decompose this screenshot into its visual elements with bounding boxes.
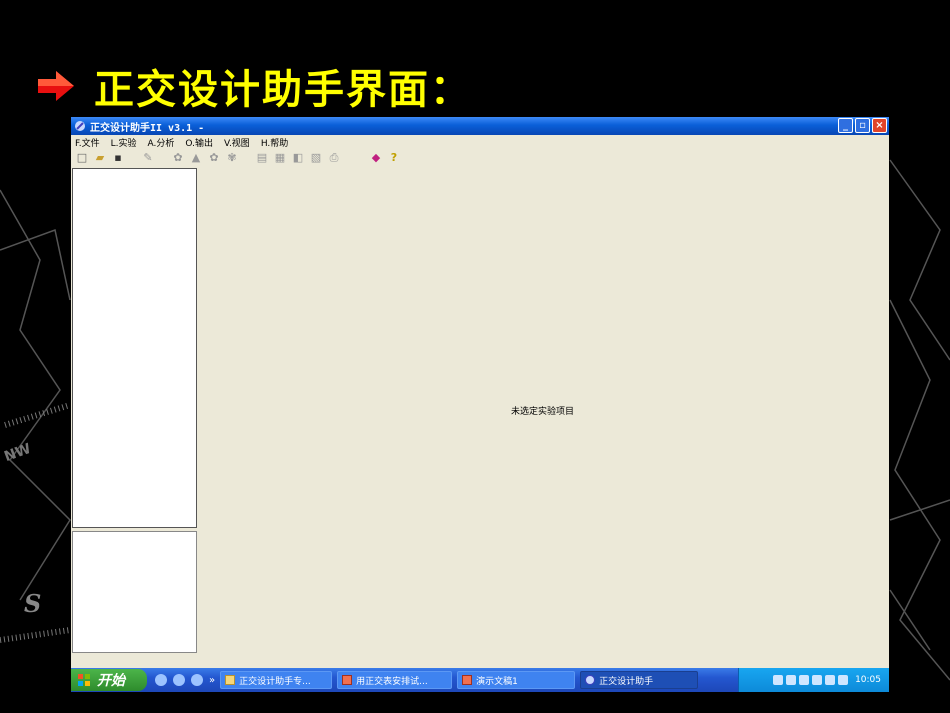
new-file-icon[interactable]: □ [75, 151, 89, 165]
start-label: 开始 [97, 673, 125, 689]
more-chevron-icon[interactable]: » [209, 675, 215, 686]
tray-app-icon[interactable] [799, 675, 810, 685]
print-icon[interactable]: ⎙ [327, 151, 341, 165]
info-panel[interactable] [72, 531, 197, 653]
taskbar-item-app[interactable]: 正交设计助手 [580, 671, 699, 689]
ppt-icon [462, 675, 473, 685]
svg-text:NW: NW [2, 441, 33, 465]
open-folder-icon[interactable]: ▰ [93, 151, 107, 165]
tray-app-icon[interactable] [786, 675, 797, 685]
ie-icon[interactable] [173, 674, 185, 686]
no-experiment-message: 未选定实验项目 [511, 407, 575, 417]
arrow-bullet-icon [38, 71, 74, 101]
app-screenshot: 正交设计助手II v3.1 - _ ▫ × F.文件 L.实验 A.分析 O.输… [71, 117, 889, 692]
app-icon [585, 675, 596, 685]
book-icon[interactable]: ◆ [369, 151, 383, 165]
media-player-icon[interactable] [155, 674, 167, 686]
system-tray: 10:05 [738, 668, 889, 692]
taskbar-item-presentation[interactable]: 演示文稿1 [457, 671, 576, 689]
menu-bar: F.文件 L.实验 A.分析 O.输出 V.视图 H.帮助 [71, 135, 889, 149]
preview-icon[interactable]: ▧ [309, 151, 323, 165]
menu-view[interactable]: V.视图 [224, 136, 250, 149]
wizard-icon[interactable]: ✎ [141, 151, 155, 165]
slide-title-text: 正交设计助手界面： [94, 67, 472, 113]
slide-title: 正交设计助手界面： [38, 58, 472, 114]
volume-icon[interactable] [812, 675, 823, 685]
report-icon[interactable]: ▤ [255, 151, 269, 165]
folder-icon [225, 675, 236, 685]
start-button[interactable]: 开始 [71, 669, 147, 691]
settings-icon[interactable]: ✾ [225, 151, 239, 165]
windows-flag-icon [78, 674, 90, 686]
desktop-icon[interactable] [191, 674, 203, 686]
minimize-button[interactable]: _ [838, 118, 853, 133]
ppt-icon [342, 675, 353, 685]
menu-experiment[interactable]: L.实验 [111, 136, 137, 149]
experiment-tree-panel[interactable] [72, 168, 197, 528]
quick-launch: » [155, 674, 215, 686]
tray-app-icon[interactable] [825, 675, 836, 685]
table-icon[interactable]: ▦ [273, 151, 287, 165]
analyze-icon[interactable]: ✿ [171, 151, 185, 165]
close-button[interactable]: × [872, 118, 887, 133]
toolbar: □ ▰ ▪ ✎ ✿ ▲ ✿ ✾ ▤ ▦ ◧ ▧ ⎙ ◆ ? [71, 149, 889, 166]
app-icon [75, 121, 85, 131]
restore-button[interactable]: ▫ [855, 118, 870, 133]
taskbar: 开始 » 正交设计助手专... 用正交表安排试... 演示文稿1 正交设计助手 [71, 668, 889, 692]
refresh-icon[interactable]: ✿ [207, 151, 221, 165]
taskbar-item-word-doc[interactable]: 用正交表安排试... [337, 671, 453, 689]
ime-icon[interactable] [838, 675, 849, 685]
window-titlebar[interactable]: 正交设计助手II v3.1 - _ ▫ × [71, 117, 889, 135]
network-icon[interactable] [773, 675, 784, 685]
export-icon[interactable]: ◧ [291, 151, 305, 165]
help-icon[interactable]: ? [387, 151, 401, 165]
menu-help[interactable]: H.帮助 [261, 136, 288, 149]
svg-text:S: S [24, 589, 41, 618]
save-icon[interactable]: ▪ [111, 151, 125, 165]
menu-analysis[interactable]: A.分析 [147, 136, 174, 149]
clock[interactable]: 10:05 [855, 675, 881, 685]
window-title: 正交设计助手II v3.1 - [90, 122, 205, 134]
menu-file[interactable]: F.文件 [75, 136, 100, 149]
menu-output[interactable]: O.输出 [185, 136, 213, 149]
chart-icon[interactable]: ▲ [189, 151, 203, 165]
taskbar-item-folder[interactable]: 正交设计助手专... [220, 671, 333, 689]
